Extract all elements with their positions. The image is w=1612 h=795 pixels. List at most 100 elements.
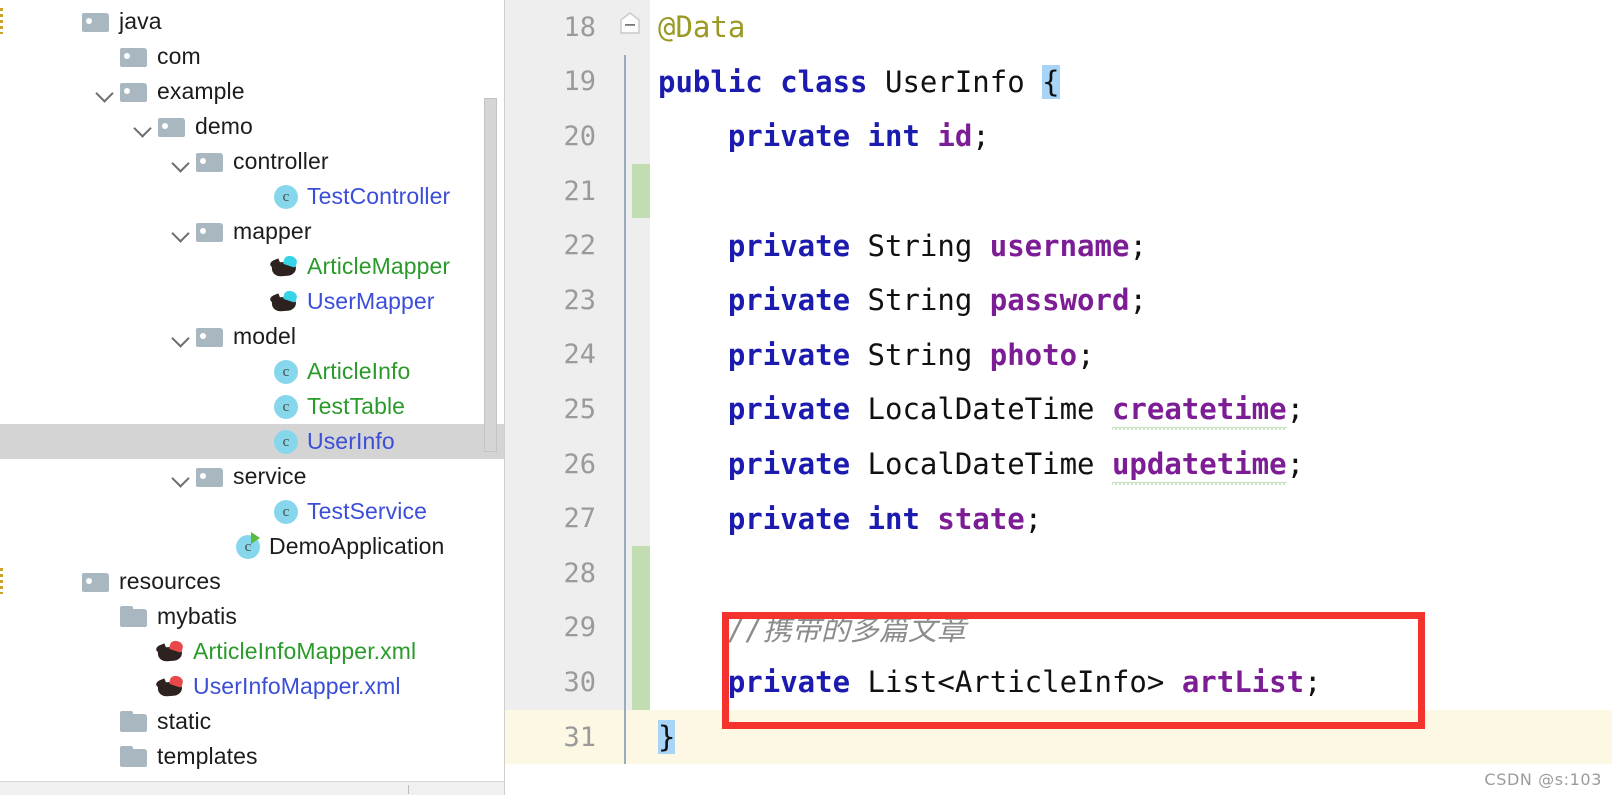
chevron-down-icon[interactable]	[169, 464, 195, 490]
gutter-fold-column[interactable]	[610, 272, 650, 328]
code-text[interactable]: private int state;	[650, 491, 1612, 546]
gutter-fold-column[interactable]	[610, 54, 650, 110]
gutter-fold-column[interactable]	[610, 491, 650, 546]
code-text[interactable]	[650, 164, 1612, 219]
code-fold-guide[interactable]	[624, 54, 626, 110]
scrollbar-thumb[interactable]	[408, 785, 409, 794]
code-line[interactable]: 31}	[505, 709, 1612, 765]
code-text[interactable]: public class UserInfo {	[650, 55, 1612, 110]
tree-item-templates[interactable]: templates	[0, 739, 505, 774]
gutter-fold-column[interactable]	[610, 163, 650, 219]
tree-item-articleinfo[interactable]: c ArticleInfo	[0, 354, 505, 389]
code-line[interactable]: 22 private String username;	[505, 218, 1612, 273]
line-number[interactable]: 30	[505, 655, 610, 710]
tree-item-example[interactable]: example	[0, 74, 505, 109]
tree-item-static[interactable]: static	[0, 704, 505, 739]
line-number[interactable]: 25	[505, 382, 610, 437]
vcs-change-marker[interactable]	[632, 545, 650, 601]
code-fold-guide[interactable]	[624, 600, 626, 656]
chevron-down-icon[interactable]	[169, 324, 195, 350]
gutter-fold-column[interactable]	[610, 218, 650, 273]
tree-item-articleinfomapper-xml[interactable]: ArticleInfoMapper.xml	[0, 634, 505, 669]
line-number[interactable]: 29	[505, 600, 610, 656]
editor-pane[interactable]: 18 @Data 19 public class UserInfo {20 priva…	[505, 0, 1612, 795]
code-line[interactable]: 23 private String password;	[505, 272, 1612, 328]
chevron-down-icon[interactable]	[93, 79, 119, 105]
code-line[interactable]: 28	[505, 545, 1612, 601]
project-tool-window[interactable]: java com example demo controller c TestControl…	[0, 0, 505, 795]
code-fold-guide[interactable]	[624, 163, 626, 219]
chevron-down-icon[interactable]	[131, 114, 157, 140]
code-line[interactable]: 30 private List<ArticleInfo> artList;	[505, 655, 1612, 710]
vcs-change-marker[interactable]	[632, 655, 650, 710]
line-number[interactable]: 23	[505, 272, 610, 328]
gutter-fold-column[interactable]	[610, 0, 650, 55]
code-text[interactable]: private String username;	[650, 218, 1612, 273]
code-text[interactable]: }	[650, 710, 1612, 765]
tree-item-testcontroller[interactable]: c TestController	[0, 179, 505, 214]
gutter-fold-column[interactable]	[610, 545, 650, 601]
tree-item-java[interactable]: java	[0, 4, 505, 39]
line-number[interactable]: 19	[505, 54, 610, 110]
tree-item-demo[interactable]: demo	[0, 109, 505, 144]
code-line[interactable]: 25 private LocalDateTime createtime;	[505, 382, 1612, 437]
line-number[interactable]: 31	[505, 709, 610, 765]
code-fold-guide[interactable]	[624, 272, 626, 328]
code-text[interactable]: private LocalDateTime createtime;	[650, 382, 1612, 437]
tree-item-resources[interactable]: resources	[0, 564, 505, 599]
code-lines[interactable]: 18 @Data 19 public class UserInfo {20 priva…	[505, 0, 1612, 765]
tree-item-mybatis[interactable]: mybatis	[0, 599, 505, 634]
tree-item-userinfomapper-xml[interactable]: UserInfoMapper.xml	[0, 669, 505, 704]
code-line[interactable]: 20 private int id;	[505, 109, 1612, 164]
code-line[interactable]: 26 private LocalDateTime updatetime;	[505, 436, 1612, 492]
code-fold-guide[interactable]	[624, 545, 626, 601]
line-number[interactable]: 28	[505, 545, 610, 601]
chevron-down-icon[interactable]	[169, 149, 195, 175]
line-number[interactable]: 26	[505, 436, 610, 492]
code-line[interactable]: 24 private String photo;	[505, 327, 1612, 383]
sidebar-horizontal-scrollbar[interactable]	[0, 781, 505, 795]
code-fold-guide[interactable]	[624, 491, 626, 546]
tree-item-demoapplication[interactable]: c DemoApplication	[0, 529, 505, 564]
code-text[interactable]: private int id;	[650, 109, 1612, 164]
gutter-fold-column[interactable]	[610, 327, 650, 383]
code-fold-guide[interactable]	[624, 327, 626, 383]
line-number[interactable]: 20	[505, 109, 610, 164]
gutter-fold-column[interactable]	[610, 655, 650, 710]
line-number[interactable]: 18	[505, 0, 610, 55]
code-text[interactable]: //携带的多篇文章	[650, 601, 1612, 656]
code-line[interactable]: 18 @Data	[505, 0, 1612, 55]
tree-item-mapper[interactable]: mapper	[0, 214, 505, 249]
gutter-fold-column[interactable]	[610, 109, 650, 164]
chevron-down-icon[interactable]	[169, 219, 195, 245]
code-fold-guide[interactable]	[624, 109, 626, 164]
code-text[interactable]: @Data	[650, 0, 1612, 55]
code-line[interactable]: 19 public class UserInfo {	[505, 54, 1612, 110]
tree-item-testservice[interactable]: c TestService	[0, 494, 505, 529]
tree-item-usermapper[interactable]: UserMapper	[0, 284, 505, 319]
gutter-fold-column[interactable]	[610, 382, 650, 437]
code-fold-guide[interactable]	[624, 218, 626, 273]
line-number[interactable]: 22	[505, 218, 610, 273]
fold-collapse-icon[interactable]	[619, 12, 641, 34]
code-line[interactable]: 27 private int state;	[505, 491, 1612, 546]
tree-item-userinfo[interactable]: c UserInfo	[0, 424, 505, 459]
line-number[interactable]: 24	[505, 327, 610, 383]
code-fold-guide[interactable]	[624, 655, 626, 710]
tree-item-articlemapper[interactable]: ArticleMapper	[0, 249, 505, 284]
tree-item-com[interactable]: com	[0, 39, 505, 74]
code-fold-guide[interactable]	[624, 709, 626, 765]
code-text[interactable]	[650, 546, 1612, 601]
tree-item-service[interactable]: service	[0, 459, 505, 494]
line-number[interactable]: 27	[505, 491, 610, 546]
gutter-fold-column[interactable]	[610, 709, 650, 765]
code-fold-guide[interactable]	[624, 382, 626, 437]
tree-item-model[interactable]: model	[0, 319, 505, 354]
tree-item-testtable[interactable]: c TestTable	[0, 389, 505, 424]
gutter-fold-column[interactable]	[610, 600, 650, 656]
code-text[interactable]: private String password;	[650, 273, 1612, 328]
vcs-change-marker[interactable]	[632, 163, 650, 219]
gutter-fold-column[interactable]	[610, 436, 650, 492]
code-text[interactable]: private LocalDateTime updatetime;	[650, 437, 1612, 492]
code-line[interactable]: 21	[505, 163, 1612, 219]
